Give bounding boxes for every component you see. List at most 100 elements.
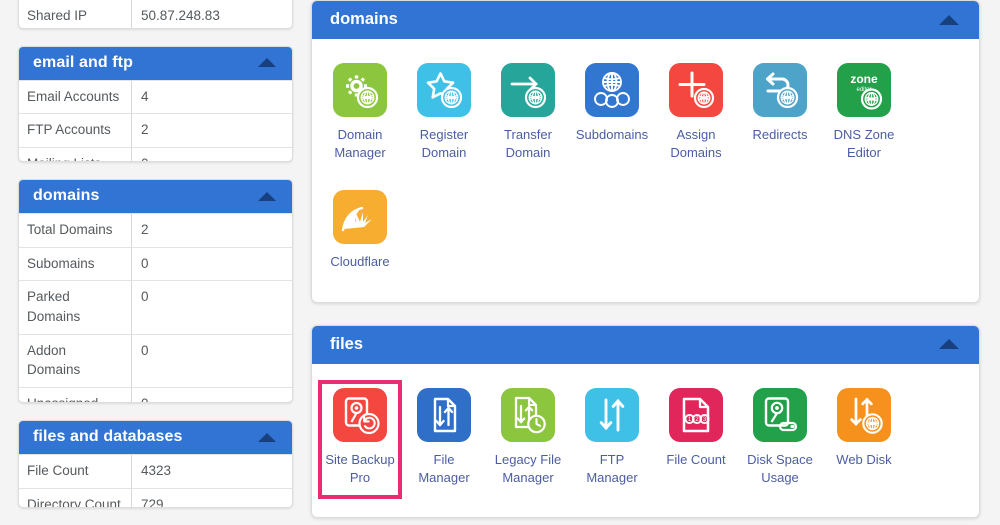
tile-dns-zone-editor[interactable]: zone editor DNS Zone Editor: [822, 55, 906, 174]
disk-space-usage-icon: [753, 387, 807, 442]
tile-web-disk[interactable]: Web Disk: [822, 380, 906, 499]
stat-panel-header-domains[interactable]: domains: [19, 180, 292, 214]
subdomains-icon: [585, 63, 639, 117]
stat-value: 4323: [141, 463, 172, 479]
tile-legacy-file-manager[interactable]: Legacy File Manager: [486, 380, 570, 499]
caret-up-icon[interactable]: [258, 432, 276, 442]
caret-up-icon[interactable]: [939, 14, 959, 25]
tile-site-backup-pro[interactable]: Site Backup Pro: [318, 379, 402, 499]
tile-label: Subdomains: [575, 127, 649, 142]
stat-panel-files-and-databases: files and databases File Count 4323 Directo…: [18, 420, 293, 508]
tile-label: DNS Zone Editor: [833, 127, 895, 161]
tile-label: Site Backup Pro: [325, 451, 395, 485]
stat-label: Shared IP: [19, 0, 132, 28]
tile-redirects[interactable]: Redirects: [738, 55, 822, 174]
stat-label: Parked Domains: [19, 281, 132, 334]
tile-file-manager[interactable]: File Manager: [402, 380, 486, 499]
tile-label: Redirects: [752, 127, 808, 142]
tile-label: FTP Manager: [586, 451, 638, 485]
stat-row: Total Domains 2: [19, 213, 292, 247]
stat-value: 0: [141, 395, 149, 404]
tile-domain-manager[interactable]: Domain Manager: [318, 55, 402, 174]
stat-row: Mailing Lists0: [19, 146, 292, 162]
web-disk-icon: [837, 387, 891, 442]
group-title: files: [330, 334, 364, 353]
stat-label: Addon Domains: [19, 334, 132, 387]
stat-value: 0: [141, 289, 149, 305]
transfer-domain-icon: [501, 63, 555, 117]
tile-label: Disk Space Usage: [747, 451, 813, 485]
caret-up-icon[interactable]: [258, 58, 276, 68]
stat-value: 0: [141, 342, 149, 358]
group-panel-files: files Site Backup Pro File Manager Legacy F…: [311, 324, 980, 518]
tile-disk-space-usage[interactable]: Disk Space Usage: [738, 380, 822, 499]
file-manager-icon: [417, 387, 471, 442]
stat-value: 2: [141, 222, 149, 238]
stat-row: Subomains 0: [19, 246, 292, 281]
stat-panel-email-and-ftp: email and ftp Email Accounts 4 FTP Accounts…: [18, 45, 293, 163]
group-header-files[interactable]: files: [312, 325, 979, 364]
tile-grid: Domain Manager Register Domain Transfer Do…: [312, 39, 979, 302]
stat-label: FTP Accounts: [19, 114, 132, 147]
ftp-manager-icon: [585, 387, 639, 442]
tile-label: Transfer Domain: [504, 127, 552, 161]
stat-label: Unassigned Domains: [19, 387, 132, 403]
stat-label: Subomains: [19, 247, 132, 281]
stat-row: Email Accounts 4: [19, 79, 292, 114]
tile-label: Domain Manager: [334, 127, 386, 161]
site-backup-pro-icon: [333, 387, 387, 442]
stat-value: 4: [141, 88, 149, 104]
tile-ftp-manager[interactable]: FTP Manager: [570, 380, 654, 499]
stat-row: Unassigned Domains 0: [19, 386, 292, 404]
stat-value: 0: [132, 148, 157, 161]
tile-label: File Count: [666, 451, 726, 467]
stat-value: 2: [141, 122, 149, 138]
stat-row: Shared IP 50.87.248.83: [19, 0, 292, 28]
stat-label: Total Domains: [19, 214, 132, 247]
stat-panel-header-email-and-ftp[interactable]: email and ftp: [19, 46, 292, 80]
svg-text:zone: zone: [850, 72, 878, 86]
tile-label: File Manager: [418, 451, 470, 485]
stat-row: File Count 4323: [19, 454, 292, 488]
tile-label: Web Disk: [836, 451, 892, 467]
caret-up-icon[interactable]: [258, 191, 276, 201]
tile-label: Assign Domains: [670, 127, 722, 161]
register-domain-icon: [417, 63, 471, 117]
tile-register-domain[interactable]: Register Domain: [402, 55, 486, 174]
tile-label: Register Domain: [419, 127, 469, 161]
stat-value: 729: [141, 496, 164, 508]
legacy-file-manager-icon: [501, 387, 555, 442]
stat-value: 50.87.248.83: [141, 8, 220, 23]
statistics-sidebar: Shared IP 50.87.248.83 email and ftp Email …: [0, 0, 305, 525]
tile-cloudflare[interactable]: Cloudflare: [318, 182, 402, 283]
tile-subdomains[interactable]: Subdomains: [570, 55, 654, 174]
stat-value: 0: [141, 255, 149, 271]
assign-domains-icon: [669, 63, 723, 117]
file-count-icon: 123: [669, 387, 723, 442]
stat-label: Mailing Lists: [19, 147, 132, 162]
tile-transfer-domain[interactable]: Transfer Domain: [486, 55, 570, 174]
stat-row: Addon Domains 0: [19, 333, 292, 387]
stat-panel-title: email and ftp: [33, 53, 133, 71]
stat-panel-general-information: Shared IP 50.87.248.83: [18, 0, 293, 29]
tile-assign-domains[interactable]: Assign Domains: [654, 55, 738, 174]
stat-panel-header-files-and-databases[interactable]: files and databases: [19, 421, 292, 455]
dns-zone-editor-icon: zone editor: [837, 63, 891, 117]
stat-label: Directory Count: [19, 488, 132, 508]
stat-row: Parked Domains 0: [19, 280, 292, 334]
main-content: domains Domain Manager Register Domain Tran…: [305, 0, 1000, 525]
tile-grid: Site Backup Pro File Manager Legacy File M…: [312, 364, 979, 517]
stat-row: Directory Count 729: [19, 487, 292, 508]
stat-label: File Count: [19, 455, 132, 488]
group-panel-domains: domains Domain Manager Register Domain Tran…: [311, 0, 980, 303]
stat-panel-title: files and databases: [33, 428, 183, 446]
caret-up-icon[interactable]: [939, 339, 959, 350]
group-header-domains[interactable]: domains: [312, 1, 979, 39]
tile-label: Cloudflare: [330, 254, 390, 270]
stat-panel-title: domains: [33, 187, 100, 205]
domain-manager-icon: [333, 63, 387, 117]
tile-label: Legacy File Manager: [494, 451, 562, 485]
tile-file-count[interactable]: 1 2 3 File Count: [654, 380, 738, 499]
group-title: domains: [330, 10, 398, 28]
cloudflare-icon: [333, 190, 387, 245]
